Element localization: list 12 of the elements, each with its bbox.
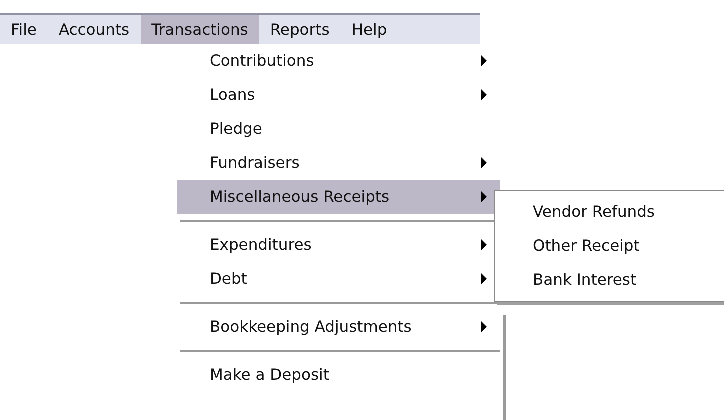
menu-bar-item[interactable]: File bbox=[0, 15, 48, 44]
menu-item[interactable]: Make a Deposit bbox=[177, 358, 500, 392]
menu-bar-item[interactable]: Accounts bbox=[48, 15, 141, 44]
menu-item[interactable]: Pledge bbox=[177, 112, 500, 146]
menu-item[interactable]: Bookkeeping Adjustments bbox=[177, 310, 500, 344]
menu-item[interactable]: Loans bbox=[177, 78, 500, 112]
menu-item[interactable]: Contributions bbox=[177, 44, 500, 78]
menu-bar-item[interactable]: Transactions bbox=[140, 15, 260, 44]
menu-item[interactable]: Fundraisers bbox=[177, 146, 500, 180]
menu-bar-item[interactable]: Help bbox=[340, 15, 398, 44]
menu-item[interactable]: Miscellaneous Receipts bbox=[177, 180, 500, 214]
menu-bar-item[interactable]: Reports bbox=[259, 15, 341, 44]
